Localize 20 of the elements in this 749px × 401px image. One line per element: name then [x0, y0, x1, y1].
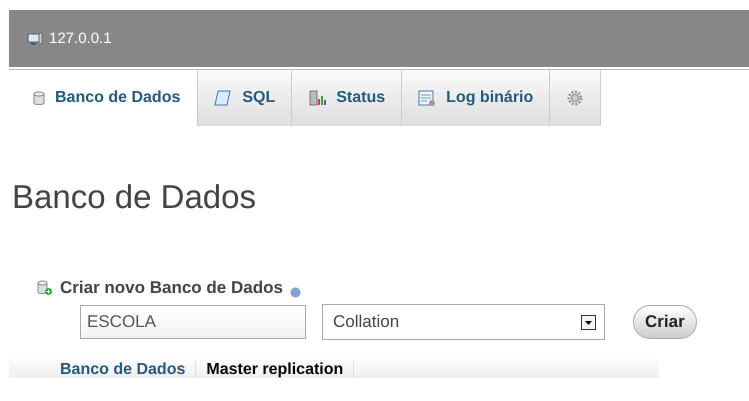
column-header[interactable]: Banco de Dados	[50, 361, 196, 378]
tab[interactable]: Status	[292, 70, 402, 126]
log-icon	[418, 89, 436, 107]
database-add-icon	[37, 280, 53, 296]
section-title: Criar novo Banco de Dados	[60, 278, 283, 298]
server-title: 127.0.0.1	[49, 30, 112, 47]
dropdown-caret-icon	[581, 314, 596, 330]
page-heading: Banco de Dados	[12, 178, 258, 217]
computer-icon	[27, 30, 43, 46]
create-button[interactable]: Criar	[633, 305, 697, 339]
column-header: Master replication	[196, 361, 354, 378]
database-icon	[33, 90, 45, 106]
chart-icon	[308, 89, 326, 107]
tab[interactable]: Log binário	[402, 70, 550, 126]
gear-icon	[566, 89, 584, 107]
tab[interactable]: SQL	[198, 70, 292, 126]
collation-dropdown[interactable]: Collation	[322, 304, 605, 340]
database-name-field[interactable]: ESCOLA	[80, 305, 306, 339]
scroll-icon	[214, 89, 232, 107]
tab[interactable]	[550, 70, 602, 126]
